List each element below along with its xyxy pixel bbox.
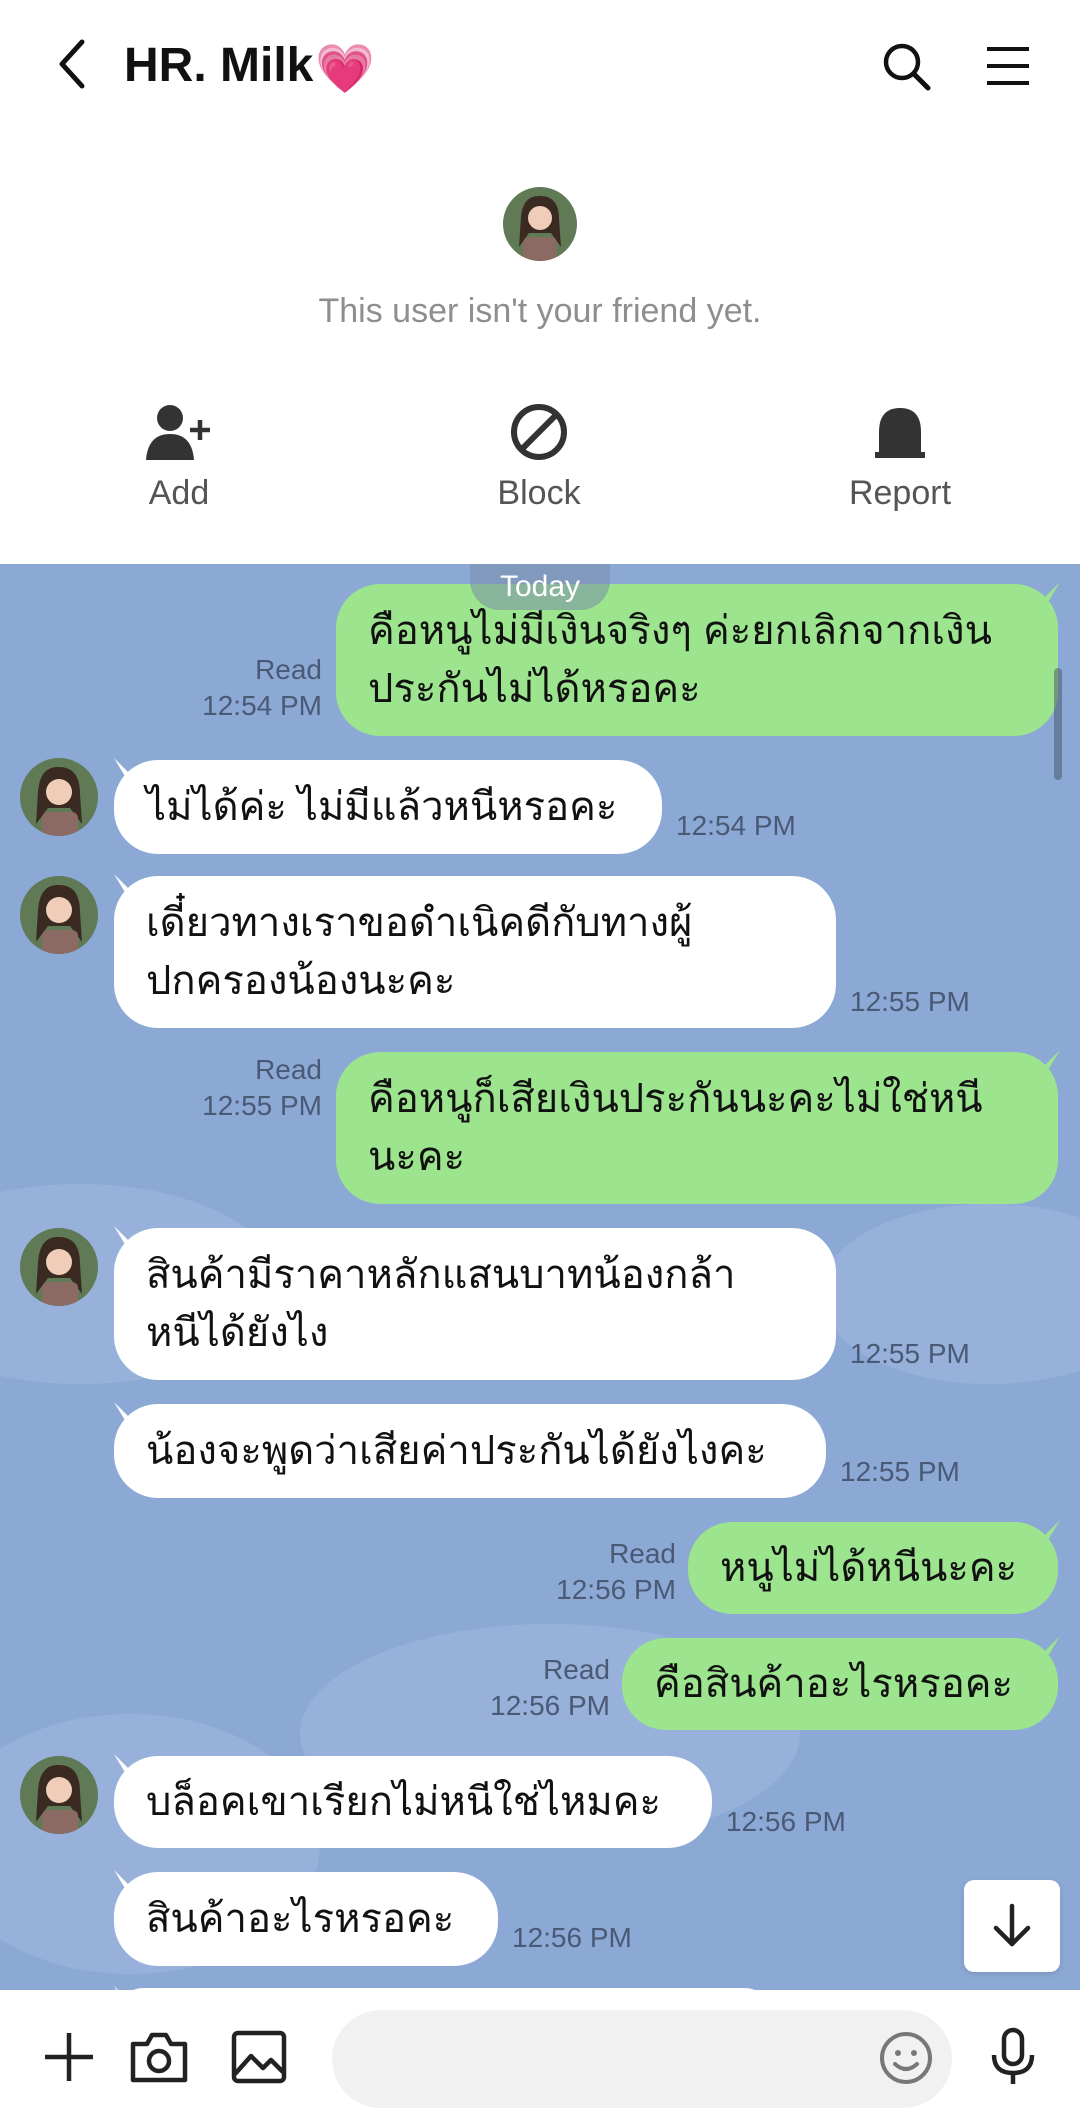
message-line: หนีได้ยังไง (146, 1311, 329, 1355)
hamburger-menu-icon (987, 47, 1029, 85)
contact-message-bubble[interactable]: น้องจะพูดว่าเสียค่าประกันได้ยังไงคะ (114, 1404, 826, 1498)
contact-message-bubble[interactable]: เดี๋ยวทางเราขอดำเนิคดีกับทางผู้ ปกครองน้… (114, 876, 836, 1028)
message-text: น้องจะพูดว่าเสียค่าประกันได้ยังไงคะ (146, 1429, 767, 1473)
my-message-bubble[interactable]: คือหนูก็เสียเงินประกันนะคะไม่ใช่หนี นะคะ (336, 1052, 1058, 1204)
contact-message-bubble[interactable]: บล็อคเขาเรียกไม่หนีใช่ไหมคะ (114, 1756, 712, 1848)
read-status: Read (255, 654, 322, 685)
read-status: Read (543, 1654, 610, 1685)
profile-avatar[interactable] (503, 187, 577, 261)
not-friend-text: This user isn't your friend yet. (318, 292, 762, 330)
message-line: เดี๋ยวทางเราขอดำเนิคดีกับทางผู้ (146, 901, 693, 945)
message-time: 12:56 PM (512, 1922, 632, 1953)
message-text: ไม่ได้ค่ะ ไม่มีแล้วหนีหรอคะ (146, 785, 618, 829)
contact-message-bubble[interactable]: สินค้ามีราคาหลักแสนบาทน้องกล้า หนีได้ยัง… (114, 1228, 836, 1380)
read-status: Read (255, 1054, 322, 1085)
read-status: Read (609, 1538, 676, 1569)
contact-name: HR. Milk (124, 39, 314, 92)
image-icon (231, 2030, 287, 2084)
message-text: สินค้าอะไรหรอคะ (146, 1897, 455, 1941)
not-friend-notice: This user isn't your friend yet. Add Blo… (0, 130, 1080, 564)
add-label: Add (148, 474, 210, 512)
sender-avatar[interactable] (20, 758, 98, 836)
message-text: บล็อคเขาเรียกไม่หนีใช่ไหมคะ (146, 1780, 661, 1824)
message-line: สินค้ามีราคาหลักแสนบาทน้องกล้า (146, 1253, 736, 1297)
message-time: 12:55 PM (850, 1338, 970, 1369)
voice-button[interactable] (978, 2022, 1048, 2092)
message-text: หนูไม่ได้หนีนะคะ (720, 1546, 1018, 1590)
chat-message-list[interactable]: Read 12:54 PM คือหนูไม่มีเงินจริงๆ ค่ะยก… (0, 564, 1080, 1990)
message-line: ปกครองน้องนะคะ (146, 959, 456, 1003)
report-label: Report (848, 474, 952, 512)
menu-button[interactable] (976, 34, 1040, 98)
message-time: 12:56 PM (556, 1574, 676, 1605)
back-button[interactable] (44, 36, 100, 92)
plus-icon (45, 2033, 93, 2081)
message-time: 12:55 PM (202, 1090, 322, 1121)
camera-icon (130, 2032, 188, 2083)
block-button[interactable]: Block (439, 398, 639, 513)
message-line: คือหนูไม่มีเงินจริงๆ ค่ะยกเลิกจากเงิน (368, 609, 992, 653)
message-time: 12:55 PM (840, 1456, 960, 1487)
sender-avatar[interactable] (20, 1228, 98, 1306)
sender-avatar[interactable] (20, 876, 98, 954)
message-meta: Read 12:56 PM (454, 1652, 610, 1724)
search-icon (883, 43, 931, 91)
message-time: 12:54 PM (676, 810, 796, 841)
message-line: นะคะ (368, 1135, 466, 1179)
message-text: สินค้ามีราคาหลักแสนบาทน้องกล้า หนีได้ยัง… (146, 1246, 735, 1362)
add-friend-button[interactable]: Add (79, 398, 279, 513)
my-message-bubble[interactable]: คือหนูไม่มีเงินจริงๆ ค่ะยกเลิกจากเงิน ปร… (336, 584, 1058, 736)
chat-title[interactable]: HR. Milk💗 (124, 38, 375, 97)
message-time: 12:55 PM (850, 986, 970, 1017)
message-line: ประกันไม่ได้หรอคะ (368, 667, 701, 711)
gallery-button[interactable] (224, 2022, 294, 2092)
block-label: Block (497, 474, 581, 512)
message-input[interactable] (332, 2010, 952, 2108)
message-time: 12:56 PM (490, 1690, 610, 1721)
message-text: คือหนูก็เสียเงินประกันนะคะไม่ใช่หนี นะคะ (368, 1070, 983, 1186)
report-button[interactable]: Report (800, 398, 1000, 513)
my-message-bubble[interactable]: คือสินค้าอะไรหรอคะ (622, 1638, 1058, 1730)
search-button[interactable] (874, 34, 938, 98)
message-meta: Read 12:54 PM (160, 652, 322, 724)
message-time: 12:56 PM (726, 1806, 846, 1837)
scroll-to-bottom-button[interactable] (964, 1880, 1060, 1972)
microphone-icon (991, 2027, 1035, 2084)
scrollbar[interactable] (1054, 668, 1062, 780)
message-text: คือสินค้าอะไรหรอคะ (654, 1662, 1013, 1706)
message-meta: Read 12:56 PM (520, 1536, 676, 1608)
camera-button[interactable] (124, 2022, 194, 2092)
plus-button[interactable] (34, 2022, 104, 2092)
emoji-button[interactable] (874, 2026, 938, 2090)
report-icon (875, 408, 925, 458)
message-time: 12:54 PM (202, 690, 322, 721)
chevron-left-icon (59, 39, 85, 89)
add-friend-icon (146, 405, 210, 460)
message-input-bar (0, 1990, 1080, 2123)
message-line: คือหนูก็เสียเงินประกันนะคะไม่ใช่หนี (368, 1077, 983, 1121)
contact-message-bubble[interactable]: สินค้าอะไรหรอคะ (114, 1872, 498, 1966)
date-separator: Today (470, 564, 610, 610)
heart-emoji: 💗 (315, 42, 376, 96)
smiley-icon (880, 2032, 932, 2084)
contact-message-bubble[interactable]: ไม่ได้ค่ะ ไม่มีแล้วหนีหรอคะ (114, 760, 662, 854)
block-icon (511, 404, 567, 460)
arrow-down-icon (993, 1903, 1031, 1947)
message-meta: Read 12:55 PM (160, 1052, 322, 1124)
message-text: คือหนูไม่มีเงินจริงๆ ค่ะยกเลิกจากเงิน ปร… (368, 602, 992, 718)
message-text: เดี๋ยวทางเราขอดำเนิคดีกับทางผู้ ปกครองน้… (146, 894, 692, 1010)
chat-header: HR. Milk💗 (0, 0, 1080, 130)
sender-avatar[interactable] (20, 1756, 98, 1834)
my-message-bubble[interactable]: หนูไม่ได้หนีนะคะ (688, 1522, 1058, 1614)
